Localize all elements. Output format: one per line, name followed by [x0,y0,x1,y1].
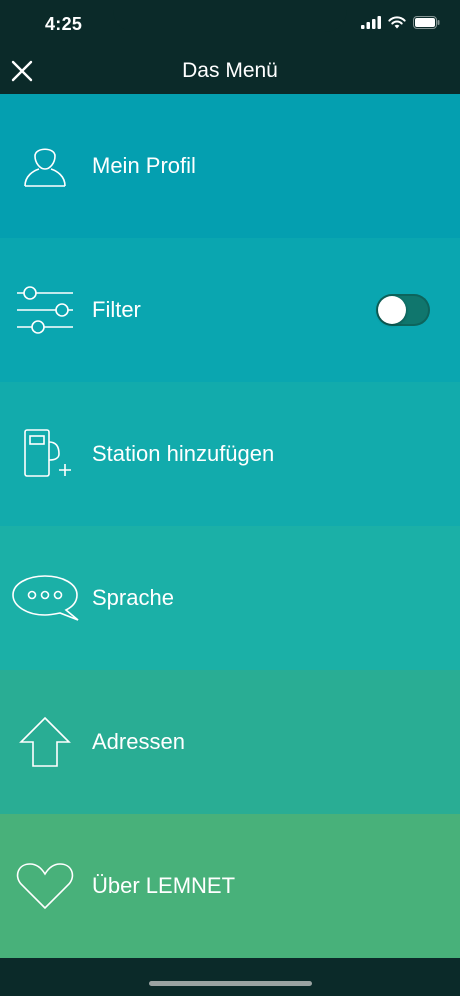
menu-item-label: Sprache [92,585,174,610]
status-icons [361,16,440,29]
wifi-icon [388,16,406,29]
user-icon [8,129,82,203]
menu-list: Mein Profil Filter Station hinzufügen Sp… [0,94,460,958]
status-time: 4:25 [45,14,83,34]
menu-item-add-station[interactable]: Station hinzufügen [0,382,460,526]
house-icon [8,705,82,779]
heart-icon [8,849,82,923]
menu-item-addresses[interactable]: Adressen [0,670,460,814]
app-screen: 4:25 Das Menü Mein Profil Filter Station… [0,0,460,996]
menu-item-about[interactable]: Über LEMNET [0,814,460,958]
sliders-icon [8,273,82,347]
signal-icon [361,16,381,29]
menu-item-label: Mein Profil [92,153,196,178]
navigation-bar: Das Menü [0,44,460,94]
home-indicator[interactable] [149,981,312,986]
speech-bubble-icon [8,561,82,635]
menu-item-label: Filter [92,297,141,322]
menu-item-label: Adressen [92,729,185,754]
status-bar: 4:25 [0,0,460,44]
menu-item-label: Über LEMNET [92,873,236,898]
page-title: Das Menü [182,59,278,82]
menu-item-label: Station hinzufügen [92,441,275,466]
menu-item-filter[interactable]: Filter [0,238,460,382]
menu-item-language[interactable]: Sprache [0,526,460,670]
device-notch [113,0,347,32]
battery-icon [413,16,440,29]
filter-toggle[interactable] [376,294,430,326]
charging-station-add-icon [8,417,82,491]
menu-item-profile[interactable]: Mein Profil [0,94,460,238]
toggle-knob [378,296,406,324]
